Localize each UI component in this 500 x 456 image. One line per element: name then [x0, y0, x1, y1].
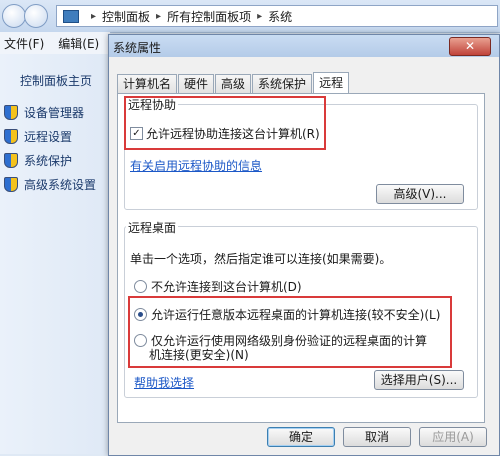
back-button[interactable] [2, 4, 26, 28]
shield-icon [4, 153, 18, 168]
shield-icon [4, 177, 18, 192]
tab-strip: 计算机名 硬件 高级 系统保护 远程 [117, 71, 350, 94]
chevron-right-icon: ▸ [156, 10, 162, 22]
cancel-button[interactable]: 取消 [343, 427, 411, 447]
address-bar[interactable]: ▸ 控制面板 ▸ 所有控制面板项 ▸ 系统 [56, 5, 498, 27]
radio-no-connect[interactable] [134, 280, 147, 293]
task-system-protection[interactable]: 系统保护 [4, 152, 72, 169]
task-label: 高级系统设置 [24, 178, 97, 192]
advanced-button[interactable]: 高级(V)... [376, 184, 464, 204]
task-device-manager[interactable]: 设备管理器 [4, 104, 84, 121]
desktop-instruction: 单击一个选项，然后指定谁可以连接(如果需要)。 [130, 252, 392, 266]
menu-file[interactable]: 文件(F) [4, 35, 44, 52]
menu-edit[interactable]: 编辑(E) [58, 35, 99, 52]
breadcrumb-control-panel[interactable]: 控制面板 [102, 8, 150, 25]
chevron-right-icon: ▸ [91, 10, 97, 22]
help-choose-link[interactable]: 帮助我选择 [134, 374, 194, 391]
select-users-button[interactable]: 选择用户(S)... [374, 370, 464, 390]
control-panel-home-link[interactable]: 控制面板主页 [20, 72, 92, 89]
menu-bar: 文件(F) 编辑(E) [0, 32, 110, 55]
task-remote-settings[interactable]: 远程设置 [4, 128, 72, 145]
explorer-address-bar-area: ▸ 控制面板 ▸ 所有控制面板项 ▸ 系统 [0, 0, 500, 33]
highlight-box [124, 96, 326, 150]
dialog-titlebar[interactable]: 系统属性 ✕ [109, 35, 499, 57]
system-properties-dialog: 系统属性 ✕ 计算机名 硬件 高级 系统保护 远程 远程协助 ✓ 允许远程协助连… [108, 34, 500, 456]
chevron-right-icon: ▸ [257, 10, 263, 22]
assistance-info-row: 有关启用远程协助的信息 [130, 157, 262, 174]
help-row: 帮助我选择 [134, 374, 194, 391]
breadcrumb-all-items[interactable]: 所有控制面板项 [167, 8, 251, 25]
option-no-connect[interactable]: 不允许连接到这台计算机(D) [134, 278, 302, 295]
task-label: 远程设置 [24, 130, 73, 144]
remote-tab-panel: 远程协助 ✓ 允许远程协助连接这台计算机(R) 有关启用远程协助的信息 高级(V… [117, 93, 485, 423]
shield-icon [4, 129, 18, 144]
task-label: 系统保护 [24, 154, 73, 168]
tab-system-protection[interactable]: 系统保护 [252, 74, 313, 93]
task-advanced-settings[interactable]: 高级系统设置 [4, 176, 96, 193]
breadcrumb-system[interactable]: 系统 [268, 8, 292, 25]
shield-icon [4, 105, 18, 120]
tab-advanced[interactable]: 高级 [215, 74, 252, 93]
assistance-info-link[interactable]: 有关启用远程协助的信息 [130, 157, 262, 174]
tab-remote[interactable]: 远程 [313, 72, 350, 94]
remote-desktop-label: 远程桌面 [126, 219, 179, 236]
apply-button[interactable]: 应用(A) [419, 427, 487, 447]
close-button[interactable]: ✕ [449, 37, 491, 56]
tab-hardware[interactable]: 硬件 [178, 74, 215, 93]
highlight-box [128, 296, 452, 368]
dialog-title: 系统属性 [113, 41, 162, 55]
task-label: 设备管理器 [24, 106, 85, 120]
left-task-pane: 控制面板主页 设备管理器 远程设置 系统保护 高级系统设置 [0, 54, 110, 454]
forward-button[interactable] [24, 4, 48, 28]
computer-icon [63, 9, 79, 23]
ok-button[interactable]: 确定 [267, 427, 335, 447]
tab-computer-name[interactable]: 计算机名 [117, 74, 178, 93]
option-no-connect-label: 不允许连接到这台计算机(D) [151, 280, 302, 294]
